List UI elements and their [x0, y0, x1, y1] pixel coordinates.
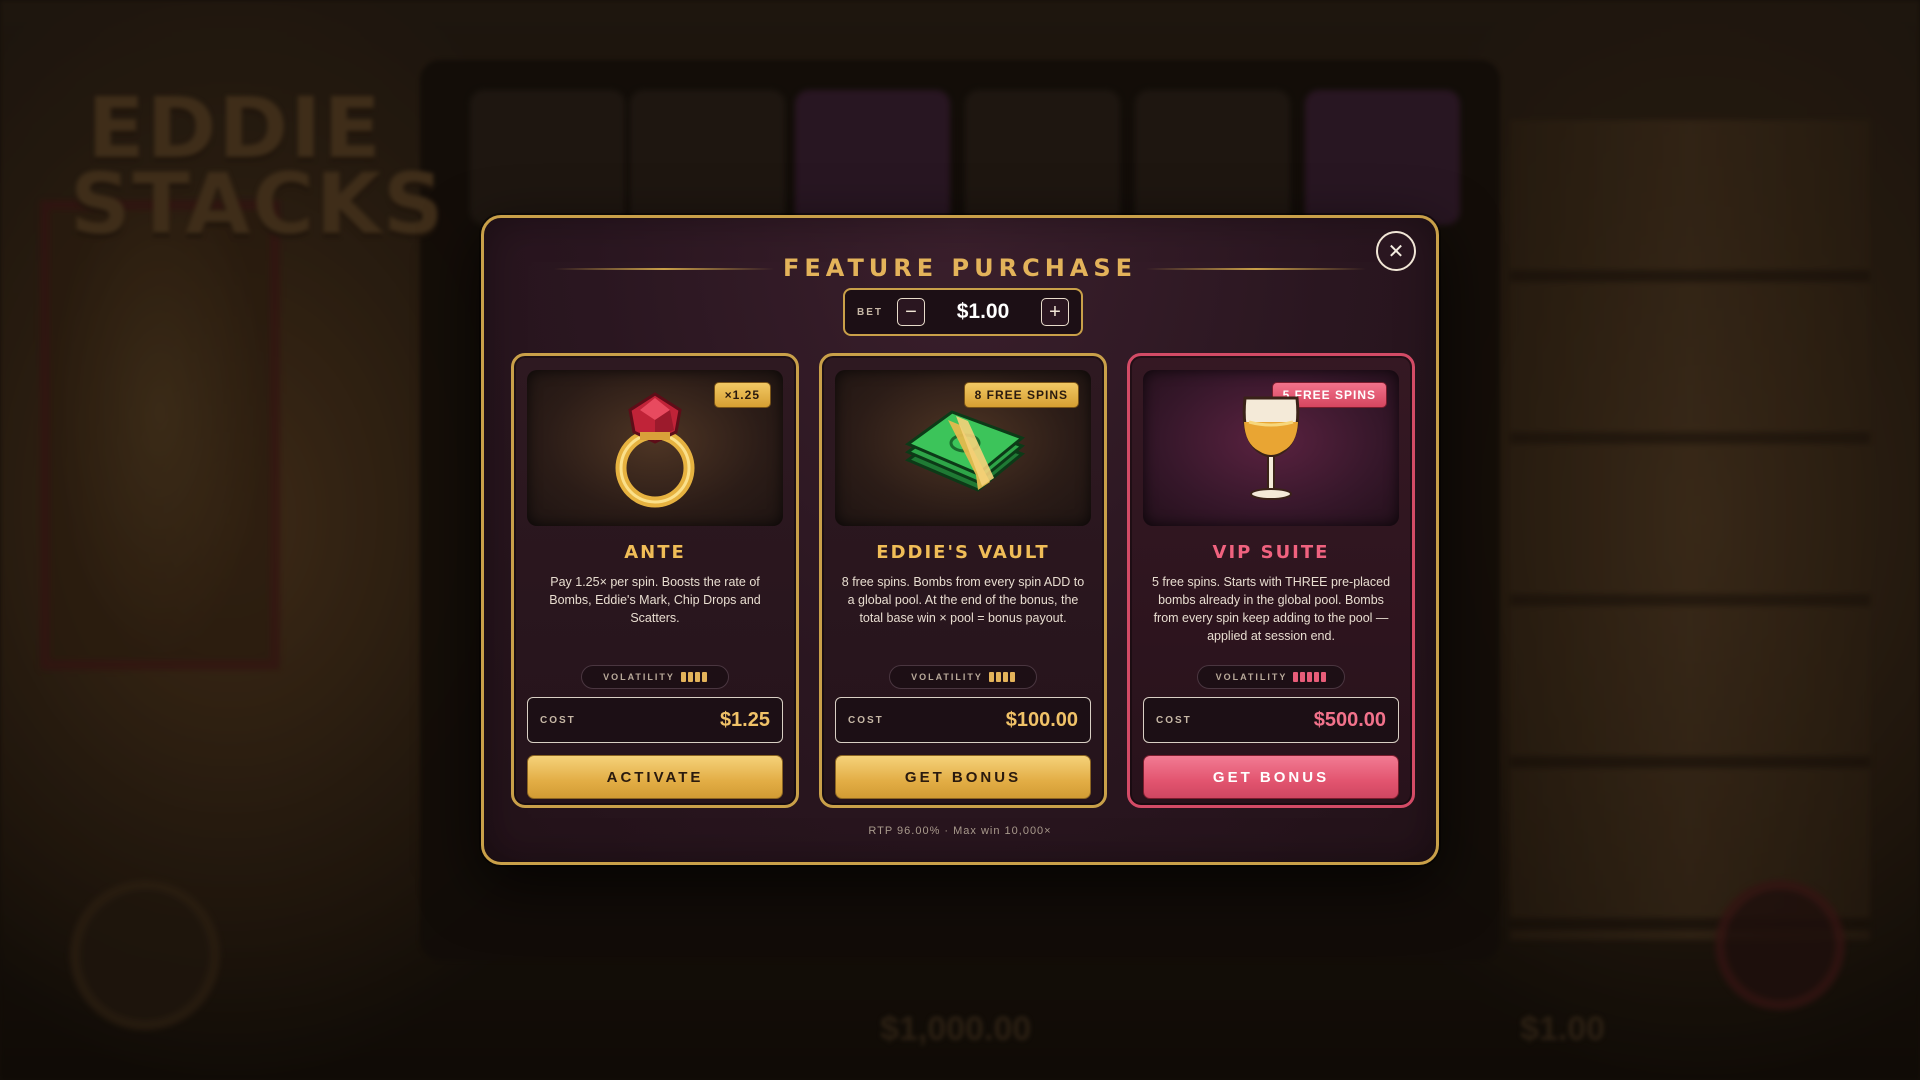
- volatility-indicator: VOLATILITY: [581, 665, 729, 689]
- feature-card-vip-suite[interactable]: 5 FREE SPINS VIP SUITE 5 free spins. Sta…: [1127, 353, 1415, 808]
- feature-description: 5 free spins. Starts with THREE pre-plac…: [1151, 575, 1391, 643]
- bet-label: BET: [857, 306, 883, 318]
- volatility-label: VOLATILITY: [603, 672, 675, 682]
- volatility-indicator: VOLATILITY: [889, 665, 1037, 689]
- volatility-bar: [694, 672, 700, 682]
- cost-row: COST $1.25: [527, 697, 783, 743]
- bet-value: $1.00: [956, 300, 1010, 323]
- cost-row: COST $100.00: [835, 697, 1091, 743]
- volatility-bar: [680, 672, 686, 682]
- activate-button[interactable]: ACTIVATE: [527, 755, 783, 799]
- bet-decrease-button[interactable]: −: [897, 298, 925, 326]
- volatility-label: VOLATILITY: [1215, 672, 1288, 682]
- cost-label: COST: [1156, 714, 1192, 726]
- bet-selector: BET − $1.00 +: [843, 288, 1083, 336]
- feature-image: 8 FREE SPINS: [835, 370, 1091, 526]
- title-divider: [1146, 268, 1366, 270]
- cost-label: COST: [848, 714, 884, 726]
- volatility-bar: [1314, 672, 1320, 682]
- feature-title: VIP SUITE: [1212, 542, 1330, 563]
- volatility-bar: [701, 672, 707, 682]
- feature-title: ANTE: [624, 542, 686, 563]
- feature-card-ante[interactable]: ×1.25 ANTE Pay 1.25× per spin. Boosts th…: [511, 353, 799, 808]
- volatility-bars: [680, 672, 707, 682]
- get-bonus-button[interactable]: GET BONUS: [835, 755, 1091, 799]
- volatility-bars: [1293, 672, 1327, 682]
- feature-title: EDDIE'S VAULT: [876, 542, 1050, 563]
- ring-icon: [615, 392, 695, 508]
- volatility-bar: [687, 672, 693, 682]
- volatility-bar: [995, 672, 1001, 682]
- cost-value: $500.00: [1313, 708, 1386, 731]
- wine-glass-icon: [1242, 396, 1300, 500]
- volatility-bar: [1321, 672, 1327, 682]
- modal-header: FEATURE PURCHASE: [484, 248, 1436, 288]
- bet-increase-button[interactable]: +: [1041, 298, 1069, 326]
- minus-icon: −: [905, 301, 917, 323]
- feature-description: Pay 1.25× per spin. Boosts the rate of B…: [549, 575, 761, 625]
- volatility-bar: [1002, 672, 1008, 682]
- volatility-bar: [988, 672, 994, 682]
- cost-value: $100.00: [1005, 708, 1078, 731]
- volatility-label: VOLATILITY: [911, 672, 983, 682]
- cost-label: COST: [540, 714, 576, 726]
- cash-stack-icon: [904, 410, 1025, 492]
- rtp-footer: RTP 96.00% · Max win 10,000×: [868, 825, 1052, 837]
- volatility-bar: [1300, 672, 1306, 682]
- volatility-bar: [1009, 672, 1015, 682]
- close-button[interactable]: ✕: [1376, 231, 1416, 271]
- feature-cards: ×1.25 ANTE Pay 1.25× per spin. Boosts th…: [511, 353, 1415, 808]
- get-bonus-button[interactable]: GET BONUS: [1143, 755, 1399, 799]
- feature-purchase-modal: FEATURE PURCHASE ✕ BET − $1.00 + ×1.25 A…: [481, 215, 1439, 865]
- volatility-indicator: VOLATILITY: [1197, 665, 1345, 689]
- close-icon: ✕: [1387, 240, 1405, 263]
- volatility-bar: [1293, 672, 1299, 682]
- cost-row: COST $500.00: [1143, 697, 1399, 743]
- volatility-bar: [1307, 672, 1313, 682]
- volatility-bars: [988, 672, 1015, 682]
- feature-image: 5 FREE SPINS: [1143, 370, 1399, 526]
- plus-icon: +: [1049, 301, 1061, 323]
- cost-value: $1.25: [719, 708, 770, 731]
- feature-description: 8 free spins. Bombs from every spin ADD …: [841, 575, 1085, 625]
- feature-card-eddies-vault[interactable]: 8 FREE SPINS EDDIE'S VAULT 8 free spins.…: [819, 353, 1107, 808]
- feature-image: ×1.25: [527, 370, 783, 526]
- feature-badge: ×1.25: [713, 382, 771, 408]
